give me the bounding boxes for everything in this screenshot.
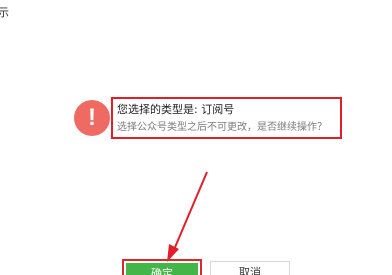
alert-title: 您选择的类型是: 订阅号 [117,103,235,116]
alert-icon: ! [74,100,110,136]
cancel-button[interactable]: 取消 [210,261,290,275]
alert-message-box: 您选择的类型是: 订阅号 选择公众号类型之后不可更改，是否继续操作？ [111,97,342,139]
dialog-page: 示 ! 您选择的类型是: 订阅号 选择公众号类型之后不可更改，是否继续操作？ 确… [0,0,392,275]
confirm-button-highlight: 确定 [122,259,202,275]
corner-text-fragment: 示 [0,6,9,19]
alert-description: 选择公众号类型之后不可更改，是否继续操作？ [117,122,327,133]
confirm-button[interactable]: 确定 [126,263,198,275]
